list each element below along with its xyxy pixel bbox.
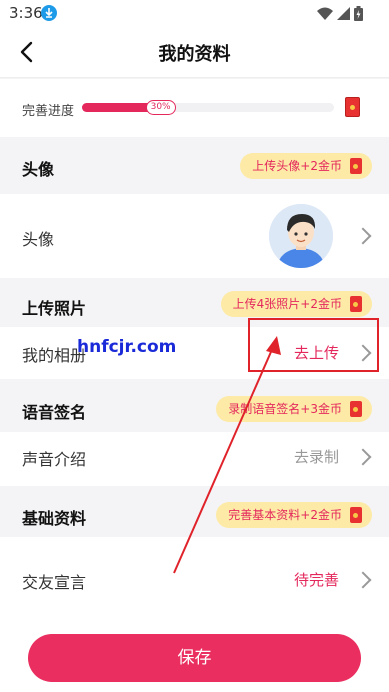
bottom-bar: 保存	[0, 622, 389, 692]
save-button[interactable]: 保存	[28, 634, 361, 682]
watermark: hnfcjr.com	[77, 337, 177, 357]
annotation-arrow	[173, 336, 281, 574]
